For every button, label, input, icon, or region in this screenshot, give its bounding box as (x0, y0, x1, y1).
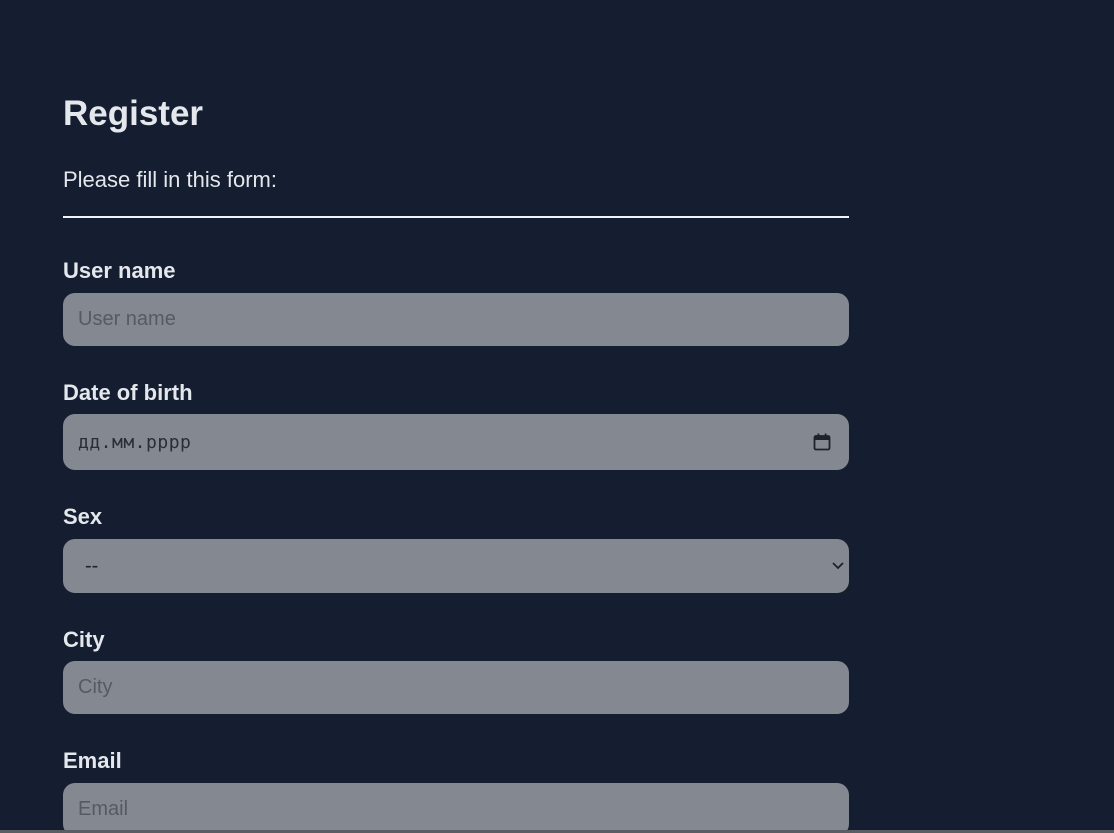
dob-input[interactable]: дд.мм.рррр (63, 414, 849, 470)
email-label: Email (63, 748, 122, 773)
page: Register Please fill in this form: User … (0, 0, 1114, 833)
username-label: User name (63, 258, 176, 283)
page-title: Register (63, 94, 204, 133)
sex-selected-value: -- (85, 554, 99, 577)
username-input[interactable]: User name (63, 293, 849, 346)
city-label: City (63, 627, 105, 652)
email-input[interactable]: Email (63, 783, 849, 833)
dob-label: Date of birth (63, 380, 193, 405)
sex-select[interactable]: -- (63, 539, 849, 593)
city-placeholder: City (78, 676, 113, 698)
dob-value: дд.мм.рррр (78, 431, 192, 453)
chevron-down-icon[interactable] (832, 562, 844, 570)
sex-label: Sex (63, 504, 103, 529)
divider (63, 216, 849, 218)
username-placeholder: User name (78, 308, 176, 330)
form-intro: Please fill in this form: (63, 167, 277, 192)
calendar-icon[interactable] (813, 433, 831, 451)
email-placeholder: Email (78, 798, 129, 820)
city-input[interactable]: City (63, 661, 849, 714)
